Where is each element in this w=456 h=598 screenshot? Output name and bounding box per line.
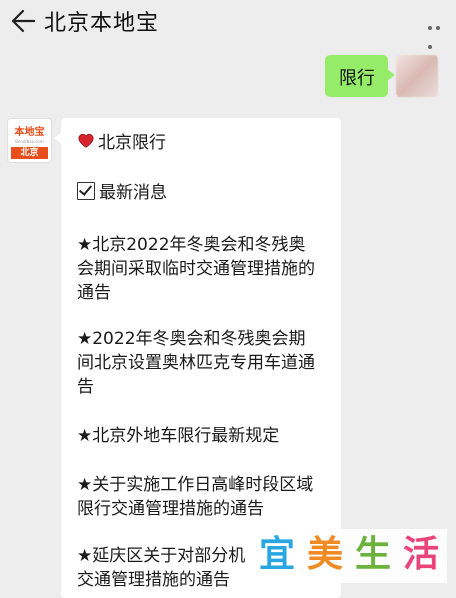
watermark-char-2: 美 bbox=[306, 534, 343, 575]
brand-logo-domain: Bendibao.com bbox=[15, 139, 44, 144]
top-bar: 北京本地宝 bbox=[0, 0, 456, 49]
news-item-2-line-2[interactable]: 间北京设置奥林匹克专用车道通 bbox=[77, 348, 315, 373]
watermark-char-1: 宜 bbox=[258, 534, 295, 575]
news-item-3-line-1[interactable]: ★北京外地车限行最新规定 bbox=[77, 421, 279, 446]
watermark-char-4: 活 bbox=[402, 534, 439, 575]
news-item-5-line-1[interactable]: ★延庆区关于对部分机 bbox=[77, 541, 245, 566]
my-avatar[interactable] bbox=[396, 55, 438, 97]
reply-card: 北京限行 最新消息 ★北京2022年冬奥会和冬残奥 会期间采取临时交通管理措施的… bbox=[54, 118, 341, 598]
card-heading-text: 北京限行 bbox=[98, 133, 166, 153]
page-title: 北京本地宝 bbox=[44, 11, 160, 36]
news-item-5-line-2[interactable]: 交通管理措施的通告 bbox=[77, 565, 230, 590]
card-heading: 北京限行 bbox=[77, 128, 166, 153]
news-item-1-line-1[interactable]: ★北京2022年冬奥会和冬残奥 bbox=[77, 230, 306, 255]
brand-logo-text: 本地宝 bbox=[14, 127, 45, 138]
my-message-bubble[interactable]: 限行 bbox=[325, 55, 395, 97]
watermark-logo: 宜 美 生 活 bbox=[251, 529, 447, 583]
back-arrow-icon[interactable] bbox=[10, 8, 36, 34]
news-item-4-line-1[interactable]: ★关于实施工作日高峰时段区域 bbox=[77, 470, 313, 495]
card-subheading-text: 最新消息 bbox=[99, 183, 167, 203]
watermark-char-3: 生 bbox=[354, 534, 391, 575]
brand-logo-city: 北京 bbox=[11, 147, 48, 159]
news-item-4-line-2[interactable]: 限行交通管理措施的通告 bbox=[77, 494, 264, 519]
my-message-text: 限行 bbox=[339, 68, 375, 89]
card-subheading: 最新消息 bbox=[77, 178, 167, 203]
more-options-icon[interactable] bbox=[426, 15, 448, 49]
brand-avatar[interactable]: 本地宝 Bendibao.com 北京 bbox=[7, 118, 52, 163]
news-item-1-line-3[interactable]: 通告 bbox=[77, 278, 111, 303]
news-item-2-line-3[interactable]: 告 bbox=[77, 372, 94, 397]
news-item-2-line-1[interactable]: ★2022年冬奥会和冬残奥会期 bbox=[77, 324, 306, 349]
checkbox-icon bbox=[77, 182, 95, 200]
news-item-1-line-2[interactable]: 会期间采取临时交通管理措施的 bbox=[77, 254, 315, 279]
heart-icon bbox=[78, 133, 94, 148]
